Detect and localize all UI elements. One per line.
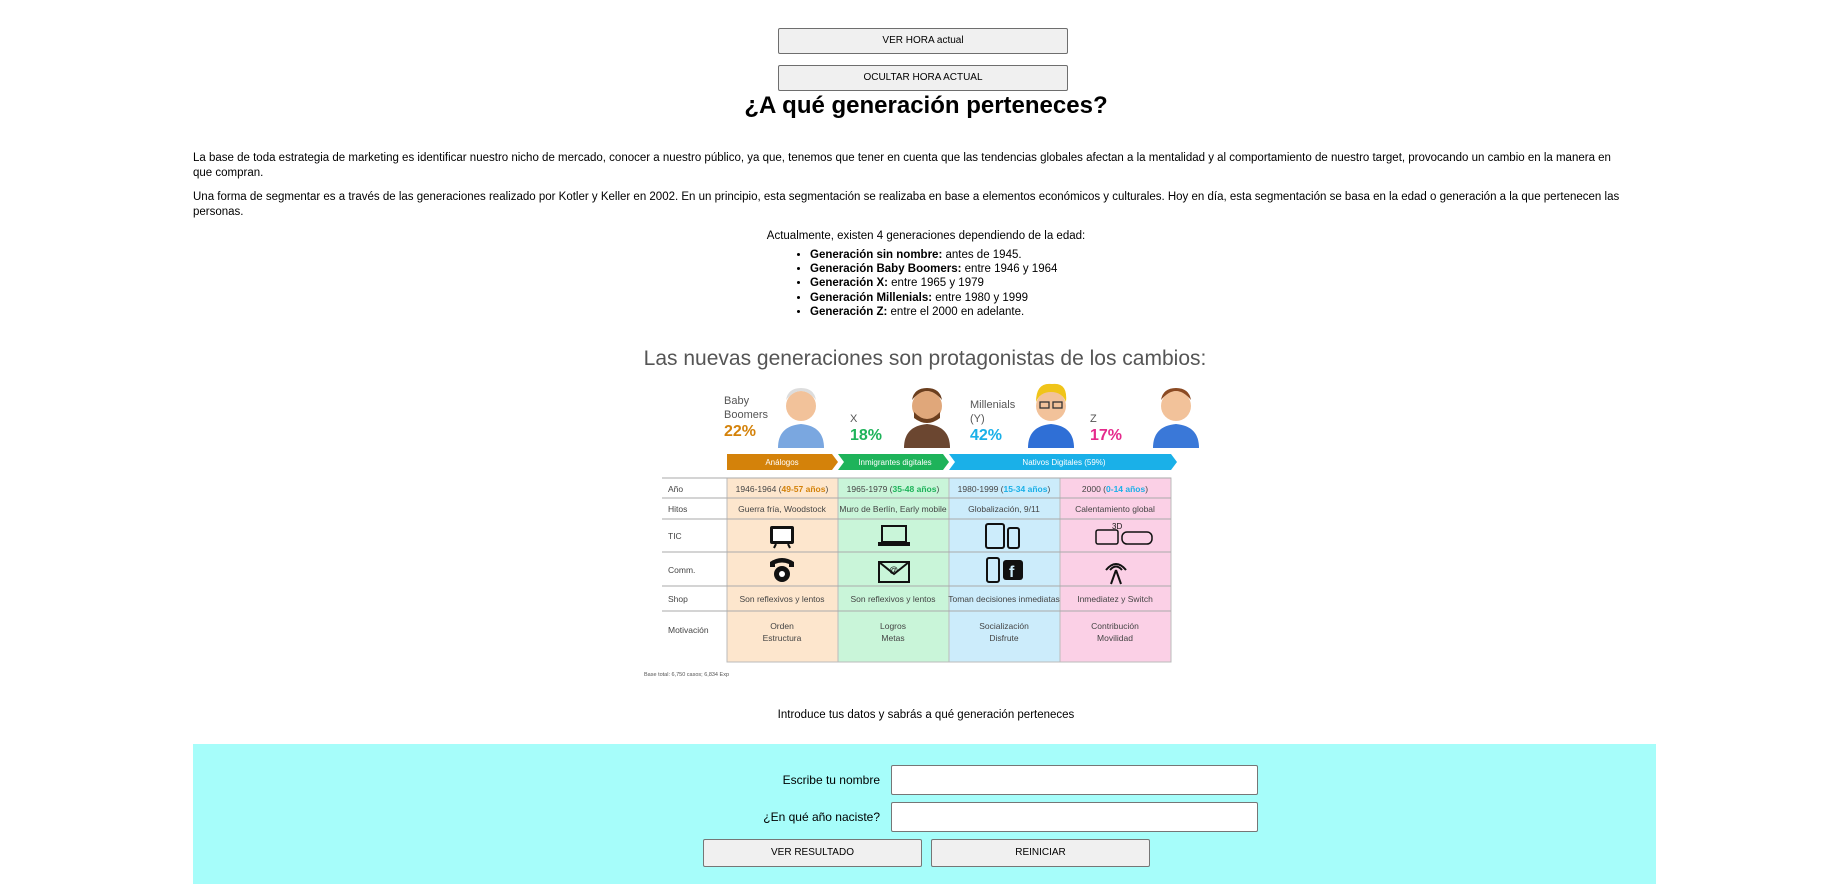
- group-label-millenials-1: Millenials: [970, 399, 1016, 411]
- list-item: Generación Z: entre el 2000 en adelante.: [810, 305, 1057, 319]
- band-analog-label: Análogos: [765, 458, 798, 467]
- name-label: Escribe tu nombre: [782, 773, 880, 787]
- cell-motivation: Socialización: [979, 621, 1029, 631]
- row-label-tic: TIC: [668, 531, 682, 541]
- reset-button[interactable]: REINICIAR: [931, 839, 1150, 867]
- cell-motivation: Estructura: [763, 633, 802, 643]
- infographic-footnote: Base total: 6,750 casos; 6,834 Exp: [644, 672, 729, 678]
- generation-range: antes de 1945.: [942, 249, 1022, 261]
- generations-intro: Actualmente, existen 4 generaciones depe…: [766, 230, 1086, 242]
- generation-range: entre 1965 y 1979: [887, 277, 984, 290]
- row-label-milestones: Hitos: [668, 504, 687, 514]
- generations-infographic: Las nuevas generaciones son protagonista…: [644, 347, 1207, 678]
- band-immigrants-label: Inmigrantes digitales: [858, 458, 931, 467]
- cell-milestones: Muro de Berlín, Early mobile: [839, 504, 947, 514]
- cell-shop: Toman decisiones inmediatas: [948, 594, 1060, 604]
- cell-motivation: Orden: [770, 621, 794, 631]
- group-pct-boomers: 22%: [724, 423, 756, 440]
- cell-milestones: Calentamiento global: [1075, 504, 1155, 514]
- list-item: Generación X: entre 1965 y 1979: [810, 276, 1057, 290]
- paragraph-segmentation: Una forma de segmentar es a través de la…: [193, 191, 1620, 218]
- generation-name: Generación X:: [810, 277, 888, 290]
- generation-name: Generación sin nombre:: [810, 249, 943, 261]
- list-item: Generación Baby Boomers: entre 1946 y 19…: [810, 262, 1057, 276]
- birth-year-input[interactable]: [891, 802, 1258, 832]
- cell-milestones: Globalización, 9/11: [968, 504, 1040, 514]
- cell-shop: Inmediatez y Switch: [1077, 594, 1153, 604]
- cell-year: 1946-1964 (49-57 años): [736, 484, 829, 494]
- infographic-title: Las nuevas generaciones son protagonista…: [644, 347, 1207, 370]
- generation-range: entre 1980 y 1999: [932, 291, 1028, 304]
- generation-name: Generación Millenials:: [810, 291, 933, 304]
- paragraph-marketing: La base de toda estrategia de marketing …: [193, 152, 1611, 179]
- group-label-boomers-2: Boomers: [724, 409, 769, 421]
- row-label-motivation: Motivación: [668, 625, 709, 635]
- generations-list: Generación sin nombre: antes de 1945. Ge…: [790, 248, 1057, 319]
- show-result-button[interactable]: VER RESULTADO: [703, 839, 922, 867]
- hide-time-button[interactable]: OCULTAR HORA ACTUAL: [778, 65, 1068, 91]
- page-title: ¿A qué generación perteneces?: [744, 92, 1108, 119]
- cell-year: 1980-1999 (15-34 años): [958, 484, 1051, 494]
- generation-range: entre el 2000 en adelante.: [887, 305, 1025, 318]
- row-label-comm: Comm.: [668, 565, 695, 575]
- cell-motivation: Metas: [881, 633, 904, 643]
- cell-motivation: Contribución: [1091, 621, 1139, 631]
- millenial-avatar-icon: [1028, 383, 1074, 448]
- name-input[interactable]: [891, 765, 1258, 795]
- z-avatar-icon: [1153, 388, 1199, 448]
- birth-year-label: ¿En qué año naciste?: [763, 810, 880, 824]
- group-label-x: X: [850, 413, 858, 425]
- x-avatar-icon: [904, 388, 950, 448]
- show-time-button[interactable]: VER HORA actual: [778, 28, 1068, 54]
- group-label-millenials-2: (Y): [970, 413, 985, 425]
- group-pct-millenials: 42%: [970, 427, 1002, 444]
- cell-milestones: Guerra fría, Woodstock: [738, 504, 826, 514]
- cell-year: 2000 (0-14 años): [1082, 484, 1148, 494]
- cell-motivation: Logros: [880, 621, 906, 631]
- svg-text:f: f: [1009, 564, 1015, 581]
- cell-shop: Son reflexivos y lentos: [739, 594, 824, 604]
- group-pct-x: 18%: [850, 427, 882, 444]
- boomer-avatar-icon: [778, 388, 824, 448]
- generation-range: entre 1946 y 1964: [961, 263, 1058, 276]
- row-label-year: Año: [668, 484, 683, 494]
- group-label-boomers-1: Baby: [724, 395, 750, 407]
- cell-motivation: Disfrute: [989, 633, 1019, 643]
- group-pct-z: 17%: [1090, 427, 1122, 444]
- form-intro: Introduce tus datos y sabrás a qué gener…: [777, 709, 1075, 721]
- generation-name: Generación Z:: [810, 305, 888, 318]
- band-natives-label: Nativos Digitales (59%): [1022, 458, 1105, 467]
- group-label-z: Z: [1090, 413, 1097, 425]
- row-label-shop: Shop: [668, 594, 688, 604]
- svg-text:@: @: [889, 565, 898, 575]
- cell-motivation: Movilidad: [1097, 633, 1133, 643]
- cell-year: 1965-1979 (35-48 años): [847, 484, 940, 494]
- list-item: Generación Millenials: entre 1980 y 1999: [810, 291, 1057, 305]
- generation-name: Generación Baby Boomers:: [810, 263, 962, 276]
- cell-shop: Son reflexivos y lentos: [850, 594, 935, 604]
- svg-text:3D: 3D: [1112, 522, 1122, 531]
- list-item: Generación sin nombre: antes de 1945.: [810, 248, 1057, 262]
